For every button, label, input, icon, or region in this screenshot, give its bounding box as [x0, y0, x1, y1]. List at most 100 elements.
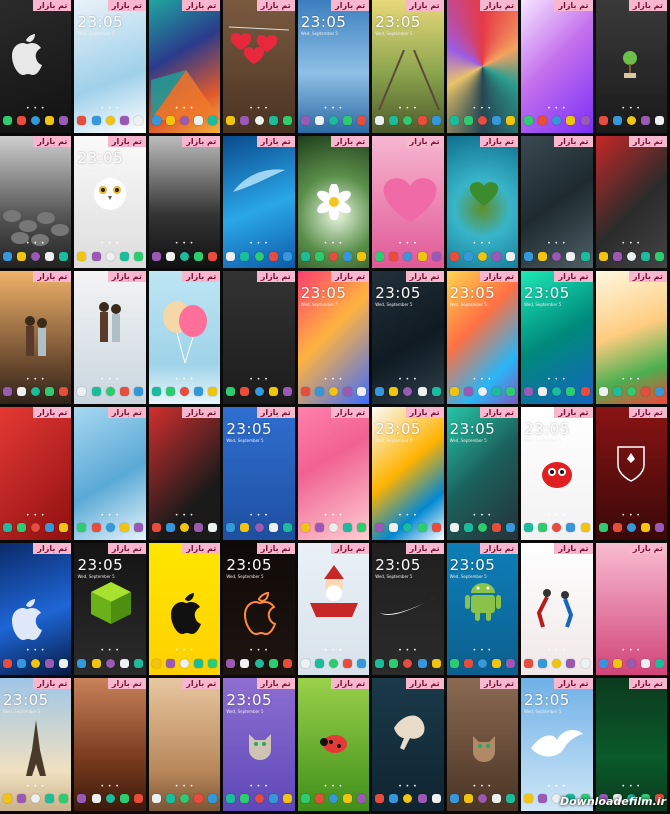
lockscreen-clock: 23:05	[300, 284, 347, 303]
theme-thumbnail[interactable]: تم بازار 23:05 Wed, September 5 • • •	[0, 678, 75, 814]
app-icon	[59, 523, 69, 533]
theme-thumbnail[interactable]: تم بازار 23:05 Wed, September 5 • • •	[446, 542, 522, 679]
theme-thumbnail[interactable]: تم بازار 23:05 Wed, September 5 • • •	[223, 678, 298, 814]
app-icon	[3, 387, 12, 397]
page-indicator: • • •	[323, 375, 344, 383]
app-icon	[91, 116, 101, 126]
app-icon	[654, 116, 664, 126]
theme-thumbnail[interactable]: تم بازار • • •	[0, 406, 75, 543]
theme-thumbnail[interactable]: تم بازار • • •	[223, 135, 298, 272]
app-dock	[226, 657, 292, 669]
theme-thumbnail[interactable]: تم بازار • • •	[595, 135, 670, 272]
theme-thumbnail[interactable]: تم بازار 23:05 Wed, September 5 • • •	[223, 406, 298, 543]
app-icon	[403, 116, 413, 126]
app-icon	[194, 794, 204, 804]
page-indicator: • • •	[547, 240, 567, 248]
theme-thumbnail[interactable]: تم بازار • • •	[595, 542, 670, 679]
app-icon	[119, 251, 129, 261]
app-dock	[375, 115, 441, 127]
theme-thumbnail[interactable]: تم بازار • • •	[372, 135, 447, 272]
theme-thumbnail[interactable]: تم بازار • • •	[297, 135, 373, 272]
theme-thumbnail[interactable]: تم بازار 23:05 Wed, September 5 • • •	[74, 135, 149, 272]
theme-thumbnail[interactable]: تم بازار • • •	[297, 678, 373, 814]
page-indicator: • • •	[398, 511, 418, 519]
theme-thumbnail[interactable]: تم بازار • • •	[148, 542, 224, 679]
theme-thumbnail[interactable]: تم بازار • • •	[521, 135, 596, 272]
theme-thumbnail[interactable]: تم بازار • • •	[595, 271, 670, 407]
theme-thumbnail[interactable]: تم بازار • • •	[0, 271, 75, 407]
app-dock	[151, 250, 218, 262]
theme-thumbnail[interactable]: تم بازار • • •	[74, 678, 149, 814]
theme-thumbnail[interactable]: تم بازار • • •	[297, 542, 373, 679]
app-icon	[254, 251, 264, 261]
theme-thumbnail[interactable]: تم بازار 23:05 Wed, September 5 • • •	[372, 271, 447, 407]
page-indicator: • • •	[249, 647, 269, 655]
theme-thumbnail[interactable]: تم بازار • • •	[446, 678, 522, 814]
theme-thumbnail[interactable]: تم بازار • • •	[0, 135, 75, 272]
app-icon	[105, 523, 115, 533]
theme-thumbnail[interactable]: تم بازار • • •	[148, 0, 224, 136]
theme-thumbnail[interactable]: تم بازار 23:05 Wed, September 5 • • •	[521, 406, 596, 543]
theme-bazaar-tag: تم بازار	[628, 542, 667, 554]
theme-thumbnail[interactable]: تم بازار 23:05 Wed, September 5 • • •	[372, 406, 447, 543]
app-icon	[119, 794, 129, 804]
lockscreen-date: Wed, September 5	[375, 437, 413, 443]
theme-thumbnail[interactable]: تم بازار • • •	[595, 0, 670, 136]
theme-thumbnail[interactable]: تم بازار 23:05 Wed, September 5 • • •	[446, 406, 522, 543]
app-icon	[133, 658, 143, 668]
lockscreen-date: Wed, September 5	[375, 31, 413, 36]
theme-bazaar-tag: تم بازار	[554, 542, 593, 554]
theme-thumbnail[interactable]: تم بازار 23:05 Wed, September 5 • • •	[372, 542, 447, 679]
theme-thumbnail[interactable]: تم بازار • • •	[148, 271, 224, 407]
theme-thumbnail[interactable]: تم بازار • • •	[148, 678, 224, 814]
theme-thumbnail[interactable]: تم بازار 23:05 Wed, September 5 • • •	[223, 542, 298, 679]
theme-thumbnail[interactable]: تم بازار • • •	[595, 678, 670, 814]
theme-thumbnail[interactable]: تم بازار • • •	[521, 542, 596, 679]
app-icon	[208, 387, 218, 397]
theme-thumbnail[interactable]: تم بازار 23:05 Wed, September 5 • • •	[74, 0, 149, 136]
theme-thumbnail[interactable]: تم بازار • • •	[372, 678, 447, 814]
theme-thumbnail[interactable]: تم بازار • • •	[0, 0, 75, 136]
apple-logo-icon	[4, 28, 48, 80]
theme-thumbnail[interactable]: تم بازار 23:05 Wed, September 5 • • •	[297, 271, 373, 407]
theme-thumbnail[interactable]: تم بازار • • •	[74, 271, 149, 407]
theme-thumbnail[interactable]: تم بازار • • •	[148, 135, 224, 272]
theme-bazaar-tag: تم بازار	[256, 542, 295, 554]
theme-thumbnail[interactable]: تم بازار • • •	[521, 0, 596, 136]
theme-thumbnail[interactable]: تم بازار 23:05 Wed, September 5 • • •	[521, 271, 596, 407]
app-icon	[119, 116, 129, 126]
android-icon	[463, 577, 503, 627]
app-icon	[180, 116, 190, 126]
theme-thumbnail[interactable]: تم بازار • • •	[297, 406, 373, 543]
page-indicator: • • •	[249, 511, 269, 519]
theme-thumbnail[interactable]: تم بازار • • •	[446, 0, 522, 136]
theme-thumbnail[interactable]: تم بازار • • •	[446, 135, 522, 272]
app-icon	[524, 116, 534, 126]
theme-thumbnail[interactable]: تم بازار 23:05 Wed, September 5 • • •	[446, 271, 522, 407]
theme-thumbnail[interactable]: تم بازار • • •	[595, 406, 670, 543]
theme-thumbnail[interactable]: تم بازار 23:05 Wed, September 5 • • •	[372, 0, 447, 136]
theme-bazaar-tag: تم بازار	[107, 678, 146, 690]
app-dock	[3, 522, 69, 534]
app-icon	[314, 251, 324, 261]
theme-thumbnail[interactable]: تم بازار 23:05 Wed, September 5 • • •	[297, 0, 373, 136]
app-icon	[417, 116, 427, 126]
theme-bazaar-tag: تم بازار	[480, 406, 519, 418]
theme-thumbnail[interactable]: تم بازار 23:05 Wed, September 5 • • •	[521, 678, 596, 814]
theme-thumbnail[interactable]: تم بازار • • •	[0, 542, 75, 679]
theme-thumbnail[interactable]: تم بازار 23:05 Wed, September 5 • • •	[74, 542, 149, 679]
theme-thumbnail[interactable]: تم بازار • • •	[74, 406, 149, 543]
theme-gallery-grid: تم بازار • • • تم بازار 23:05 Wed, September…	[0, 0, 670, 814]
app-dock	[524, 657, 590, 669]
lockscreen-clock: 23:05	[524, 284, 570, 303]
theme-thumbnail[interactable]: تم بازار • • •	[148, 406, 224, 543]
theme-thumbnail[interactable]: تم بازار • • •	[223, 271, 298, 407]
theme-bazaar-tag: تم بازار	[554, 271, 593, 283]
app-dock	[3, 386, 69, 398]
app-icon	[538, 658, 548, 668]
page-indicator: • • •	[100, 240, 120, 248]
page-indicator: • • •	[323, 240, 344, 248]
page-indicator: • • •	[174, 104, 195, 112]
theme-thumbnail[interactable]: تم بازار • • •	[223, 0, 298, 136]
cube-icon	[86, 577, 136, 631]
